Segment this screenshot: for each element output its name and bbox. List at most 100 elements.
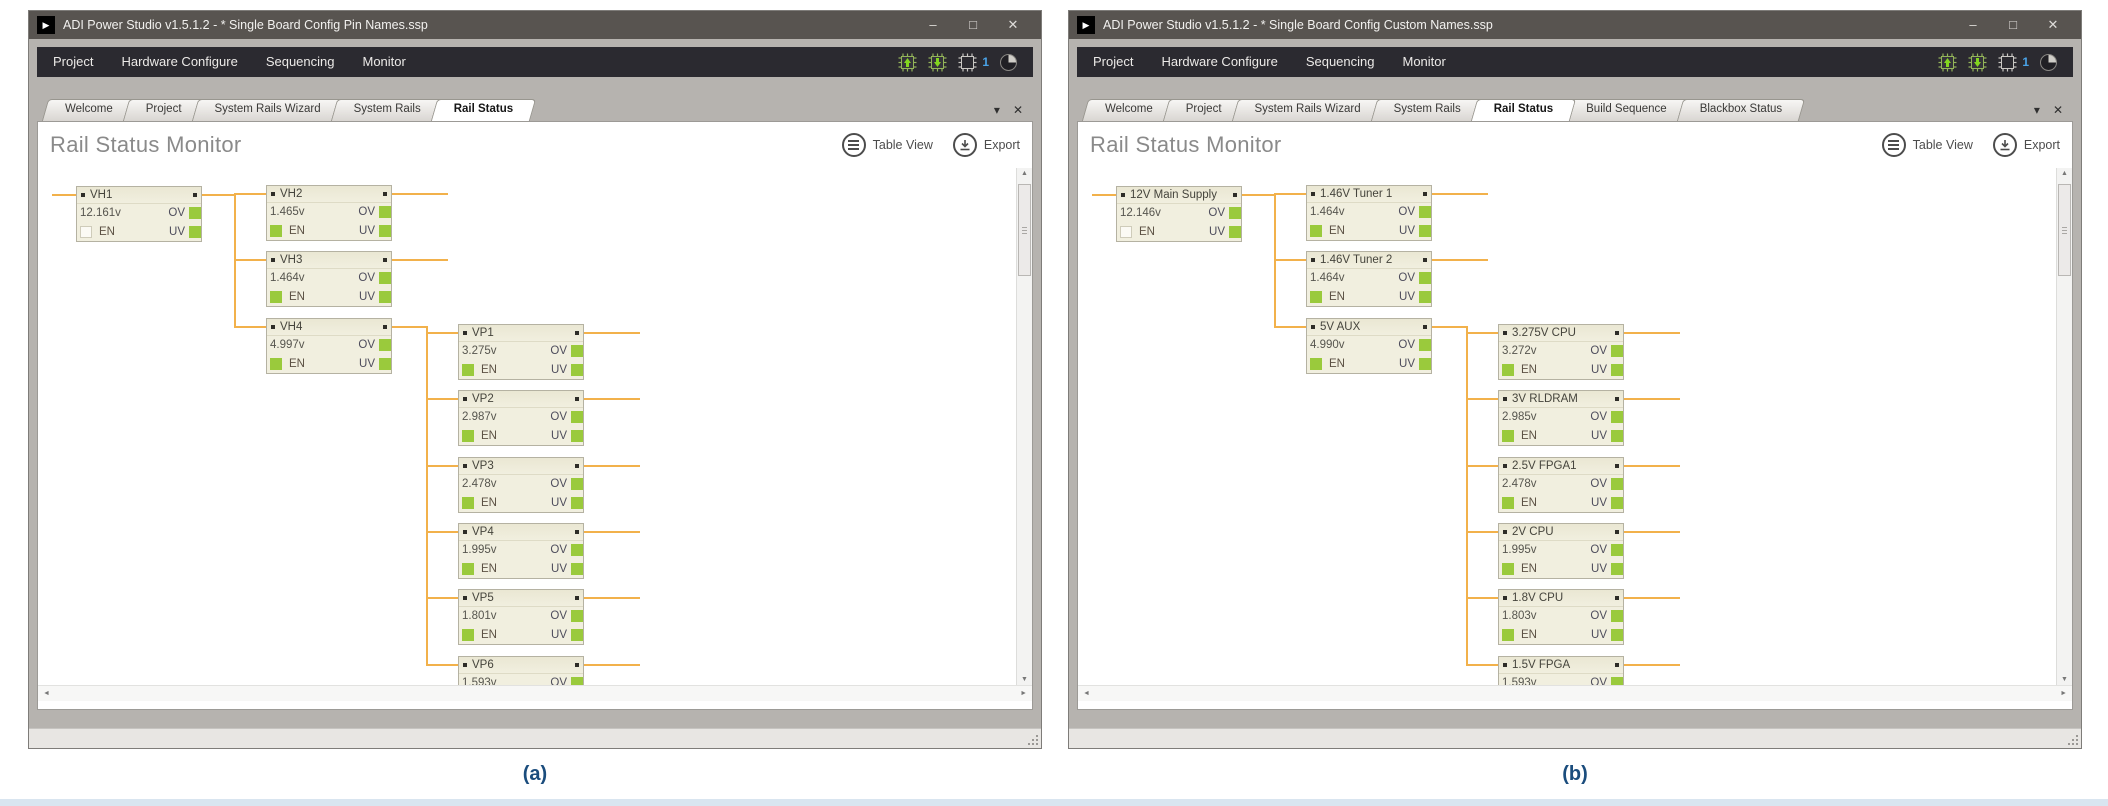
en-checkbox[interactable] bbox=[1310, 291, 1322, 303]
maximize-button[interactable]: □ bbox=[953, 11, 993, 39]
menu-item-project[interactable]: Project bbox=[53, 54, 93, 69]
vertical-scrollbar-thumb[interactable] bbox=[2058, 184, 2071, 276]
rail-node-vh4[interactable]: VH44.997vOVENUV bbox=[266, 318, 392, 374]
enable-row: ENUV bbox=[267, 355, 391, 373]
tab-welcome[interactable]: Welcome bbox=[1085, 99, 1173, 121]
vertical-scrollbar[interactable]: ▲ ▼ bbox=[2056, 168, 2072, 685]
rail-node-1-8v-cpu[interactable]: 1.8V CPU1.803vOVENUV bbox=[1498, 589, 1624, 645]
tab-close-icon[interactable]: ✕ bbox=[1013, 103, 1023, 117]
tab-close-icon[interactable]: ✕ bbox=[2053, 103, 2063, 117]
rail-node-3v-rldram[interactable]: 3V RLDRAM2.985vOVENUV bbox=[1498, 390, 1624, 446]
menu-item-hardware-configure[interactable]: Hardware Configure bbox=[121, 54, 237, 69]
tab-system-rails[interactable]: System Rails bbox=[334, 99, 441, 121]
rail-node-vh1[interactable]: VH112.161vOVENUV bbox=[76, 186, 202, 242]
rail-node-12v-main-supply[interactable]: 12V Main Supply12.146vOVENUV bbox=[1116, 186, 1242, 242]
close-button[interactable]: ✕ bbox=[993, 11, 1033, 39]
horizontal-scrollbar[interactable]: ◄ ► bbox=[38, 685, 1032, 701]
resize-grip[interactable] bbox=[2067, 734, 2079, 746]
rail-node-vp2[interactable]: VP22.987vOVENUV bbox=[458, 390, 584, 446]
resize-grip[interactable] bbox=[1027, 734, 1039, 746]
rail-node-2v-cpu[interactable]: 2V CPU1.995vOVENUV bbox=[1498, 523, 1624, 579]
table-view-button[interactable]: Table View bbox=[842, 133, 933, 157]
rail-node-vh3[interactable]: VH31.464vOVENUV bbox=[266, 251, 392, 307]
close-button[interactable]: ✕ bbox=[2033, 11, 2073, 39]
rail-node-vp5[interactable]: VP51.801vOVENUV bbox=[458, 589, 584, 645]
menu-item-monitor[interactable]: Monitor bbox=[1402, 54, 1445, 69]
chip-download-icon[interactable] bbox=[928, 53, 947, 72]
horizontal-scrollbar[interactable]: ◄ ► bbox=[1078, 685, 2072, 701]
tab-build-sequence[interactable]: Build Sequence bbox=[1566, 99, 1687, 121]
device-chip-icon[interactable] bbox=[1998, 53, 2017, 72]
rail-node-1-5v-fpga[interactable]: 1.5V FPGA1.593vOVENUV bbox=[1498, 656, 1624, 685]
en-checkbox[interactable] bbox=[1310, 225, 1322, 237]
table-view-button[interactable]: Table View bbox=[1882, 133, 1973, 157]
menu-item-sequencing[interactable]: Sequencing bbox=[1306, 54, 1375, 69]
en-checkbox[interactable] bbox=[80, 226, 92, 238]
en-checkbox[interactable] bbox=[1310, 358, 1322, 370]
rail-node-vp1[interactable]: VP13.275vOVENUV bbox=[458, 324, 584, 380]
tab-blackbox-status[interactable]: Blackbox Status bbox=[1680, 99, 1802, 121]
chip-upload-icon[interactable] bbox=[898, 53, 917, 72]
scroll-right-icon[interactable]: ► bbox=[2060, 690, 2067, 697]
scroll-left-icon[interactable]: ◄ bbox=[1083, 690, 1090, 697]
en-checkbox[interactable] bbox=[462, 497, 474, 509]
en-checkbox[interactable] bbox=[1502, 497, 1514, 509]
en-checkbox[interactable] bbox=[270, 358, 282, 370]
tab-system-rails-wizard[interactable]: System Rails Wizard bbox=[1235, 99, 1381, 121]
scroll-up-icon[interactable]: ▲ bbox=[1017, 170, 1032, 177]
en-checkbox[interactable] bbox=[270, 225, 282, 237]
tab-dropdown-icon[interactable]: ▾ bbox=[994, 103, 1000, 117]
menu-item-monitor[interactable]: Monitor bbox=[362, 54, 405, 69]
export-button[interactable]: Export bbox=[1993, 133, 2060, 157]
tab-rail-status[interactable]: Rail Status bbox=[434, 99, 533, 121]
en-checkbox[interactable] bbox=[462, 364, 474, 376]
chip-upload-icon[interactable] bbox=[1938, 53, 1957, 72]
en-checkbox[interactable] bbox=[1120, 226, 1132, 238]
rail-node-1-46v-tuner-1[interactable]: 1.46V Tuner 11.464vOVENUV bbox=[1306, 185, 1432, 241]
voltage-row: 1.593vOV bbox=[459, 674, 583, 685]
rail-node-3-275v-cpu[interactable]: 3.275V CPU3.272vOVENUV bbox=[1498, 324, 1624, 380]
chip-download-icon[interactable] bbox=[1968, 53, 1987, 72]
tab-system-rails[interactable]: System Rails bbox=[1374, 99, 1481, 121]
rail-node-vh2[interactable]: VH21.465vOVENUV bbox=[266, 185, 392, 241]
scroll-down-icon[interactable]: ▼ bbox=[1017, 676, 1032, 683]
rail-node-vp6[interactable]: VP61.593vOVENUV bbox=[458, 656, 584, 685]
rail-node-vp3[interactable]: VP32.478vOVENUV bbox=[458, 457, 584, 513]
tab-rail-status[interactable]: Rail Status bbox=[1474, 99, 1573, 121]
tab-welcome[interactable]: Welcome bbox=[45, 99, 133, 121]
rail-node-5v-aux[interactable]: 5V AUX4.990vOVENUV bbox=[1306, 318, 1432, 374]
menu-item-sequencing[interactable]: Sequencing bbox=[266, 54, 335, 69]
maximize-button[interactable]: □ bbox=[1993, 11, 2033, 39]
menu-item-project[interactable]: Project bbox=[1093, 54, 1133, 69]
rail-node-vp4[interactable]: VP41.995vOVENUV bbox=[458, 523, 584, 579]
minimize-button[interactable]: – bbox=[1953, 11, 1993, 39]
clock-pie-icon[interactable] bbox=[2040, 54, 2057, 71]
en-checkbox[interactable] bbox=[462, 629, 474, 641]
clock-pie-icon[interactable] bbox=[1000, 54, 1017, 71]
rail-node-2-5v-fpga1[interactable]: 2.5V FPGA12.478vOVENUV bbox=[1498, 457, 1624, 513]
tab-dropdown-icon[interactable]: ▾ bbox=[2034, 103, 2040, 117]
rail-diagram-canvas[interactable]: VH112.161vOVENUV VH21.465vOVENUV VH31.464v… bbox=[38, 168, 1016, 685]
rail-node-1-46v-tuner-2[interactable]: 1.46V Tuner 21.464vOVENUV bbox=[1306, 251, 1432, 307]
tab-project[interactable]: Project bbox=[126, 99, 202, 121]
tab-system-rails-wizard[interactable]: System Rails Wizard bbox=[195, 99, 341, 121]
menu-item-hardware-configure[interactable]: Hardware Configure bbox=[1161, 54, 1277, 69]
en-checkbox[interactable] bbox=[462, 430, 474, 442]
vertical-scrollbar[interactable]: ▲ ▼ bbox=[1016, 168, 1032, 685]
en-checkbox[interactable] bbox=[462, 563, 474, 575]
device-chip-icon[interactable] bbox=[958, 53, 977, 72]
en-checkbox[interactable] bbox=[1502, 563, 1514, 575]
minimize-button[interactable]: – bbox=[913, 11, 953, 39]
en-checkbox[interactable] bbox=[270, 291, 282, 303]
tab-project[interactable]: Project bbox=[1166, 99, 1242, 121]
scroll-up-icon[interactable]: ▲ bbox=[2057, 170, 2072, 177]
en-checkbox[interactable] bbox=[1502, 629, 1514, 641]
scroll-right-icon[interactable]: ► bbox=[1020, 690, 1027, 697]
scroll-down-icon[interactable]: ▼ bbox=[2057, 676, 2072, 683]
export-button[interactable]: Export bbox=[953, 133, 1020, 157]
en-checkbox[interactable] bbox=[1502, 364, 1514, 376]
vertical-scrollbar-thumb[interactable] bbox=[1018, 184, 1031, 276]
en-checkbox[interactable] bbox=[1502, 430, 1514, 442]
rail-diagram-canvas[interactable]: 12V Main Supply12.146vOVENUV 1.46V Tuner … bbox=[1078, 168, 2056, 685]
scroll-left-icon[interactable]: ◄ bbox=[43, 690, 50, 697]
